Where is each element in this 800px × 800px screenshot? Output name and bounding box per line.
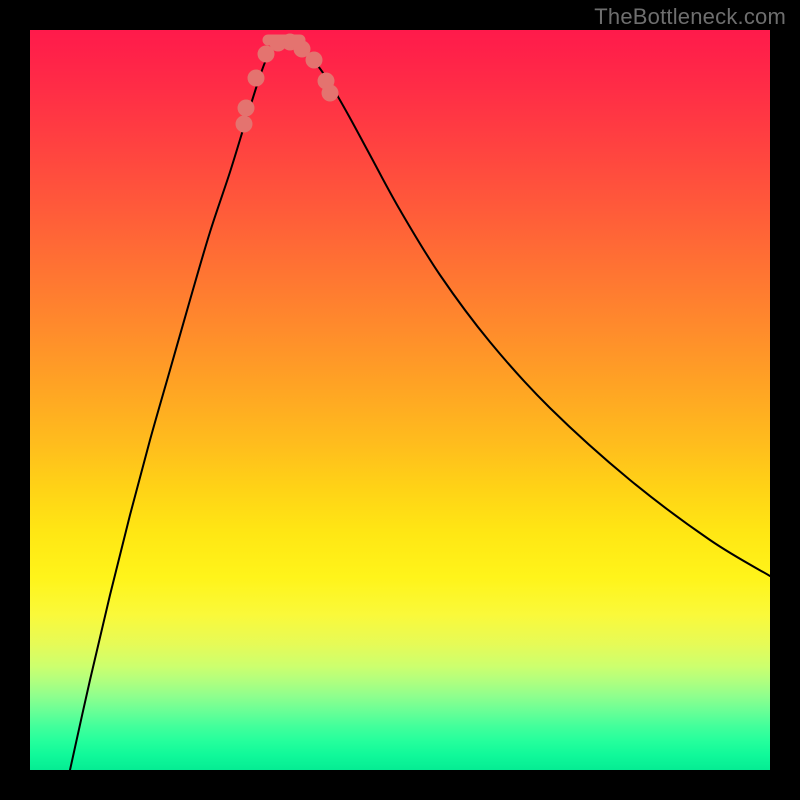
plot-area [30,30,770,770]
curve-dot [306,52,323,69]
curve-svg [30,30,770,770]
curve-dot [322,85,339,102]
watermark-text: TheBottleneck.com [594,4,786,30]
curve-dot [238,100,255,117]
bottleneck-curve [70,43,770,770]
curve-dot [236,116,253,133]
curve-dot [248,70,265,87]
curve-dots-group [236,34,339,133]
